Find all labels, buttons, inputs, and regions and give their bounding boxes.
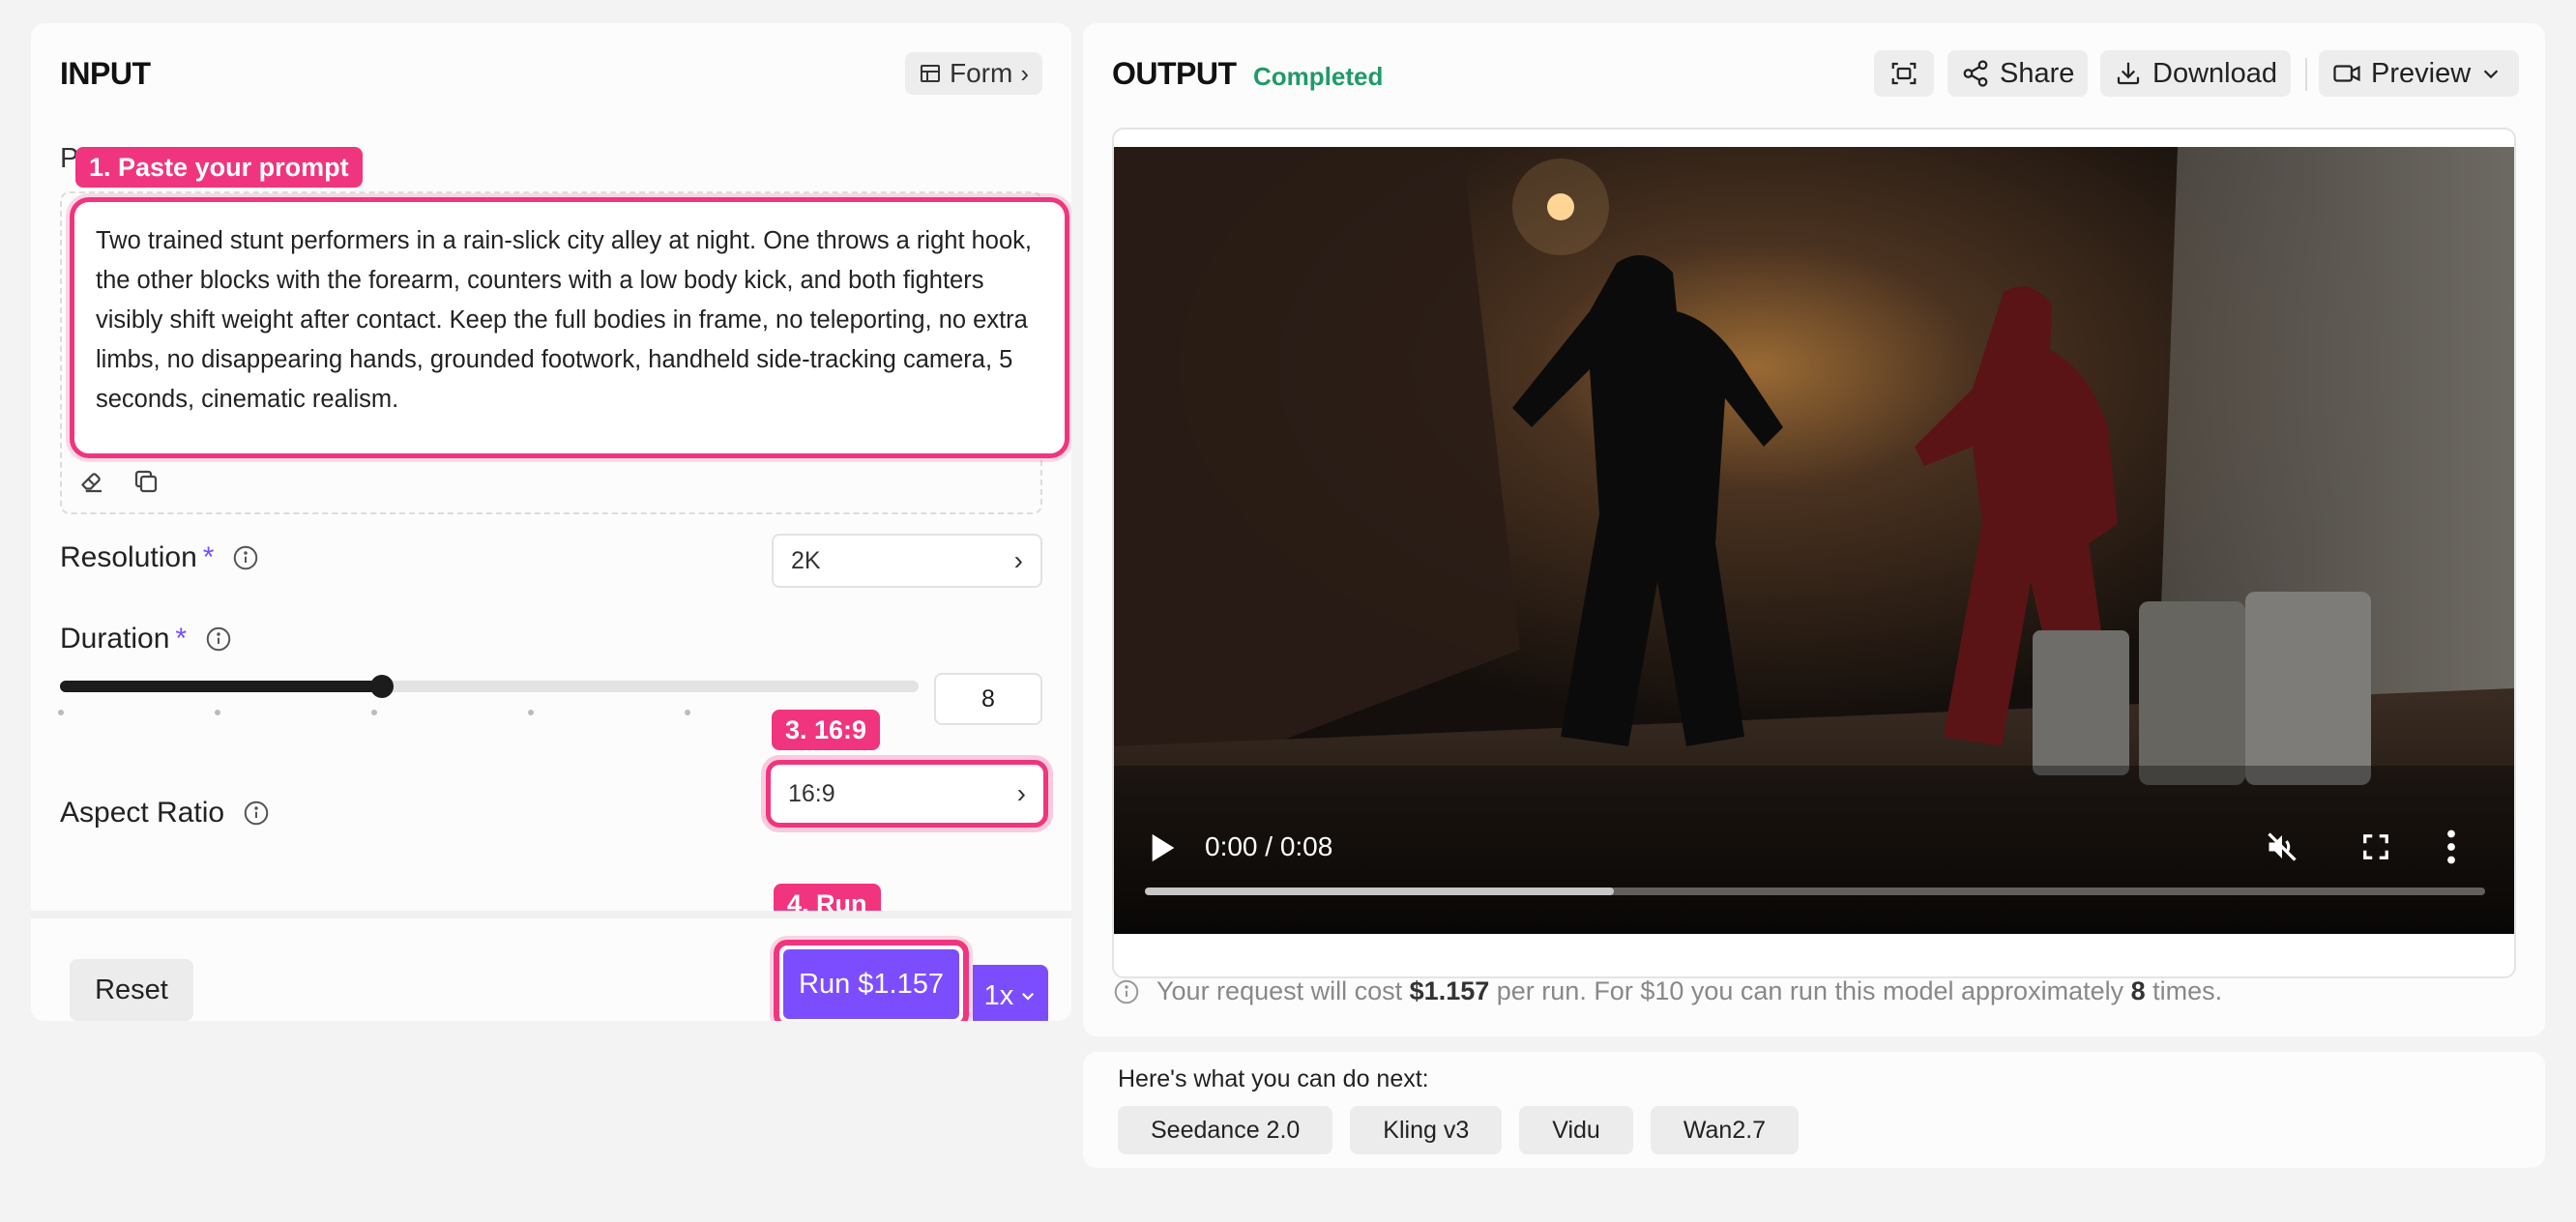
slider-tick bbox=[685, 710, 690, 715]
duration-input[interactable]: 8 bbox=[934, 673, 1042, 725]
run-multiplier-button[interactable]: 1x bbox=[973, 965, 1048, 1021]
callout-paste-prompt: 1. Paste your prompt bbox=[75, 147, 363, 188]
aspect-ratio-label: Aspect Ratio bbox=[60, 797, 271, 829]
video-controls: 0:00 / 0:08 bbox=[1114, 147, 2514, 934]
chevron-right-icon: › bbox=[1016, 778, 1026, 808]
info-icon[interactable] bbox=[242, 799, 271, 828]
aspect-ratio-select[interactable]: 16:9 › bbox=[766, 760, 1048, 828]
header-divider bbox=[2305, 58, 2307, 91]
download-icon bbox=[2117, 62, 2140, 85]
more-options-icon[interactable] bbox=[2446, 829, 2456, 864]
status-badge: Completed bbox=[1253, 62, 1384, 91]
fullscreen-icon[interactable] bbox=[2361, 831, 2390, 862]
output-panel: OUTPUT Completed Share Download Preview bbox=[1083, 23, 2545, 1036]
chevron-right-icon: › bbox=[1020, 58, 1029, 88]
model-chip-vidu[interactable]: Vidu bbox=[1519, 1106, 1633, 1154]
play-icon[interactable] bbox=[1149, 831, 1178, 864]
share-label: Share bbox=[2000, 57, 2075, 89]
video-progress-bar[interactable] bbox=[1145, 887, 2485, 895]
cost-count: 8 bbox=[2130, 976, 2146, 1005]
cost-prefix: Your request will cost bbox=[1156, 976, 1403, 1005]
form-toggle-label: Form bbox=[950, 58, 1013, 88]
required-marker: * bbox=[175, 623, 188, 655]
duration-slider-fill bbox=[60, 681, 382, 692]
video-buffered bbox=[1145, 887, 1615, 895]
run-button-label: Run $1.157 bbox=[783, 949, 959, 1019]
duration-label: Duration * bbox=[60, 623, 233, 655]
mute-icon[interactable] bbox=[2265, 829, 2299, 864]
slider-tick bbox=[528, 710, 534, 715]
fit-screen-button[interactable] bbox=[1874, 50, 1934, 97]
form-toggle-button[interactable]: Form › bbox=[905, 52, 1042, 95]
cost-text: Your request will cost $1.157 per run. F… bbox=[1156, 976, 2222, 1006]
chevron-right-icon: › bbox=[1013, 545, 1023, 575]
prompt-tools bbox=[73, 463, 164, 500]
model-chip-wan[interactable]: Wan2.7 bbox=[1650, 1106, 1800, 1154]
aspect-ratio-label-text: Aspect Ratio bbox=[60, 797, 225, 829]
callout-aspect-ratio: 3. 16:9 bbox=[772, 710, 881, 750]
resolution-label-text: Resolution bbox=[60, 541, 197, 573]
slider-tick bbox=[371, 710, 377, 715]
cost-price: $1.157 bbox=[1409, 976, 1490, 1005]
aspect-ratio-value: 16:9 bbox=[788, 779, 835, 807]
model-suggestions: Seedance 2.0 Kling v3 Vidu Wan2.7 bbox=[1118, 1106, 1800, 1154]
resolution-select[interactable]: 2K › bbox=[772, 534, 1042, 588]
input-panel: INPUT Form › P Two trained stunt perform… bbox=[31, 23, 1071, 1021]
model-chip-seedance[interactable]: Seedance 2.0 bbox=[1118, 1106, 1333, 1154]
eraser-icon[interactable] bbox=[73, 463, 110, 500]
run-button[interactable]: Run $1.157 bbox=[774, 940, 969, 1021]
download-button[interactable]: Download bbox=[2100, 50, 2291, 97]
info-icon bbox=[1114, 979, 1139, 1004]
cost-info: Your request will cost $1.157 per run. F… bbox=[1112, 976, 2222, 1006]
share-icon bbox=[1963, 60, 1988, 87]
info-icon[interactable] bbox=[231, 543, 260, 572]
model-chip-kling[interactable]: Kling v3 bbox=[1350, 1106, 1503, 1154]
download-label: Download bbox=[2152, 57, 2277, 89]
preview-dropdown[interactable]: Preview bbox=[2319, 50, 2520, 97]
duration-label-text: Duration bbox=[60, 623, 170, 655]
cost-middle: per run. For $10 you can run this model … bbox=[1496, 976, 2124, 1005]
info-icon[interactable] bbox=[204, 625, 233, 654]
next-steps-title: Here's what you can do next: bbox=[1118, 1065, 1429, 1092]
multiplier-label: 1x bbox=[983, 979, 1014, 1011]
cost-suffix: times. bbox=[2152, 976, 2223, 1005]
chevron-down-icon bbox=[1022, 992, 1035, 1001]
slider-tick bbox=[215, 710, 220, 715]
table-icon bbox=[921, 65, 940, 82]
prompt-textarea[interactable]: Two trained stunt performers in a rain-s… bbox=[70, 197, 1069, 458]
slider-tick bbox=[58, 710, 64, 715]
share-button[interactable]: Share bbox=[1947, 50, 2089, 97]
video-player[interactable]: 0:00 / 0:08 bbox=[1114, 147, 2514, 934]
duration-slider-thumb[interactable] bbox=[370, 675, 394, 698]
next-steps-panel: Here's what you can do next: Seedance 2.… bbox=[1083, 1052, 2545, 1168]
copy-icon[interactable] bbox=[128, 463, 164, 500]
resolution-label: Resolution * bbox=[60, 541, 260, 574]
fit-screen-icon bbox=[1891, 62, 1917, 85]
reset-button[interactable]: Reset bbox=[70, 959, 193, 1021]
video-camera-icon bbox=[2333, 65, 2360, 82]
chevron-down-icon bbox=[2483, 70, 2499, 79]
input-title: INPUT bbox=[60, 56, 151, 91]
required-marker: * bbox=[202, 541, 215, 573]
output-title: OUTPUT bbox=[1112, 56, 1237, 91]
duration-slider-track[interactable] bbox=[60, 681, 919, 692]
resolution-value: 2K bbox=[791, 546, 821, 574]
video-time: 0:00 / 0:08 bbox=[1205, 831, 1333, 861]
preview-label: Preview bbox=[2371, 57, 2472, 89]
